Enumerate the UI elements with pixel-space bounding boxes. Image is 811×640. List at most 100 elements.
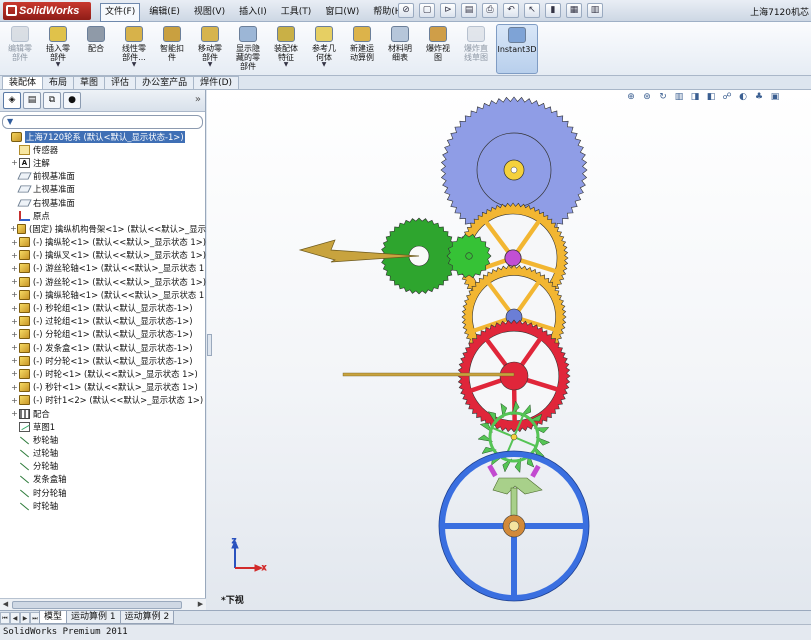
menu-item-1[interactable]: 编辑(E) bbox=[144, 3, 185, 22]
tree-node[interactable]: 分轮轴 bbox=[2, 460, 206, 473]
ribbon-button-smart-fasteners[interactable]: 智能扣 件 bbox=[154, 24, 190, 74]
previous-view-icon[interactable]: ↻ bbox=[657, 91, 669, 103]
ribbon-button-mate[interactable]: 配合 bbox=[78, 24, 114, 74]
view-settings-icon[interactable]: ▣ bbox=[769, 91, 781, 103]
tab-1[interactable]: 布局 bbox=[42, 76, 75, 89]
minute-hand[interactable] bbox=[342, 372, 515, 377]
hide-show-items-icon[interactable]: ☍ bbox=[721, 91, 733, 103]
edit-appearance-icon[interactable]: ◐ bbox=[737, 91, 749, 103]
expand-toggle-icon[interactable]: + bbox=[10, 396, 19, 405]
ribbon-button-assembly-features[interactable]: 装配体 特征 ▼ bbox=[268, 24, 304, 74]
first-tab-icon[interactable]: ⏮ bbox=[0, 611, 10, 624]
pallet-jewel-right[interactable] bbox=[530, 464, 541, 478]
tree-node[interactable]: 发条盒轴 bbox=[2, 473, 206, 486]
tree-node[interactable]: 前视基准面 bbox=[2, 170, 206, 183]
tree-node[interactable]: + (-) 过轮组<1> (默认<默认_显示状态-1>) bbox=[2, 315, 206, 328]
section-view-icon[interactable]: ▥ bbox=[673, 91, 685, 103]
print-icon[interactable]: ⎙ bbox=[482, 3, 498, 18]
tree-node[interactable]: + (-) 发条盒<1> (默认<默认_显示状态-1>) bbox=[2, 341, 206, 354]
barrel-arbor-hole[interactable] bbox=[510, 166, 518, 174]
tree-node[interactable]: + (-) 游丝轮<1> (默认<<默认>_显示状态 1>) bbox=[2, 275, 206, 288]
ribbon-button-bom[interactable]: 材料明 细表 bbox=[382, 24, 418, 74]
expand-toggle-icon[interactable]: + bbox=[10, 304, 19, 313]
tree-node[interactable]: + A 注解 bbox=[2, 156, 206, 169]
undo-icon[interactable]: ↶ bbox=[503, 3, 519, 18]
third-pinion-hub[interactable] bbox=[465, 252, 473, 260]
escape-wheel-spoke[interactable] bbox=[513, 436, 536, 447]
expand-toggle-icon[interactable]: + bbox=[10, 409, 19, 418]
ribbon-button-reference-geometry[interactable]: 参考几 何体 ▼ bbox=[306, 24, 342, 74]
tree-node[interactable]: + (-) 分轮组<1> (默认<默认_显示状态-1>) bbox=[2, 328, 206, 341]
menu-item-0[interactable]: 文件(F) bbox=[100, 3, 141, 22]
select-cursor-icon[interactable]: ↖ bbox=[524, 3, 540, 18]
apply-scene-icon[interactable]: ♣ bbox=[753, 91, 765, 103]
dropdown-arrow-icon[interactable]: ▼ bbox=[208, 62, 213, 68]
tree-node[interactable]: + (固定) 擒纵机构骨架<1> (默认<<默认>_显示 bbox=[2, 222, 206, 235]
menu-item-3[interactable]: 插入(I) bbox=[234, 3, 272, 22]
zoom-to-fit-icon[interactable]: ⊕ bbox=[625, 91, 637, 103]
tree-horizontal-scrollbar[interactable]: ◀ ▶ bbox=[0, 598, 206, 610]
expand-toggle-icon[interactable]: + bbox=[10, 356, 19, 365]
graphics-area[interactable]: ⊕ ⊛ ↻ ▥ ◨ ◧ ☍ ◐ ♣ ▣ Z X *下视 bbox=[207, 90, 811, 610]
scroll-left-icon[interactable]: ◀ bbox=[0, 599, 11, 610]
tree-node[interactable]: + 配合 bbox=[2, 407, 206, 420]
tree-node[interactable]: 时轮轴 bbox=[2, 499, 206, 512]
tab-2[interactable]: 草图 bbox=[73, 76, 106, 89]
expand-toggle-icon[interactable]: + bbox=[10, 158, 19, 167]
zoom-area-icon[interactable]: ⊛ bbox=[641, 91, 653, 103]
display-style-icon[interactable]: ◧ bbox=[705, 91, 717, 103]
tree-node[interactable]: + (-) 擒纵叉<1> (默认<<默认>_显示状态 1>) bbox=[2, 249, 206, 262]
display-manager-icon[interactable]: ● bbox=[63, 92, 81, 109]
expand-toggle-icon[interactable]: + bbox=[10, 317, 19, 326]
propertymanager-icon[interactable]: ▤ bbox=[23, 92, 41, 109]
menu-item-4[interactable]: 工具(T) bbox=[276, 3, 317, 22]
expand-toggle-icon[interactable]: + bbox=[10, 264, 19, 273]
tree-node[interactable]: 草图1 bbox=[2, 420, 206, 433]
options-icon[interactable]: ▥ bbox=[587, 3, 603, 18]
configurationmanager-icon[interactable]: ⧉ bbox=[43, 92, 61, 109]
bottom-tab-0[interactable]: 模型 bbox=[39, 611, 68, 624]
pallet-fork[interactable] bbox=[492, 477, 543, 495]
expand-toggle-icon[interactable]: + bbox=[10, 238, 19, 247]
dropdown-arrow-icon[interactable]: ▼ bbox=[56, 62, 61, 68]
expand-toggle-icon[interactable]: + bbox=[10, 290, 19, 299]
expand-panel-icon[interactable]: » bbox=[195, 94, 201, 105]
tree-node[interactable]: 过轮轴 bbox=[2, 447, 206, 460]
file-properties-icon[interactable]: ▦ bbox=[566, 3, 582, 18]
ribbon-button-instant3d[interactable]: Instant3D bbox=[496, 24, 538, 74]
escape-pinion[interactable] bbox=[510, 433, 518, 441]
solidworks-logo[interactable]: SolidWorks bbox=[3, 2, 91, 20]
tree-node[interactable]: 原点 bbox=[2, 209, 206, 222]
dropdown-arrow-icon[interactable]: ▼ bbox=[322, 62, 327, 68]
rebuild-traffic-light-icon[interactable]: ▮ bbox=[545, 3, 561, 18]
help-pin-icon[interactable]: ⊘ bbox=[398, 3, 414, 18]
expand-toggle-icon[interactable]: + bbox=[10, 369, 19, 378]
tree-node[interactable]: 时分轮轴 bbox=[2, 486, 206, 499]
new-document-icon[interactable]: ▢ bbox=[419, 3, 435, 18]
expand-toggle-icon[interactable]: + bbox=[10, 224, 17, 233]
feature-filter[interactable]: ▼ bbox=[2, 115, 203, 129]
featuremanager-tree-icon[interactable]: ◈ bbox=[3, 92, 21, 109]
save-icon[interactable]: ▤ bbox=[461, 3, 477, 18]
ribbon-button-exploded-view[interactable]: 爆炸视 图 bbox=[420, 24, 456, 74]
tree-node[interactable]: 上视基准面 bbox=[2, 183, 206, 196]
ribbon-button-edit-component[interactable]: 编辑零 部件 bbox=[2, 24, 38, 74]
tree-node[interactable]: + (-) 时分轮<1> (默认<默认_显示状态-1>) bbox=[2, 354, 206, 367]
open-folder-icon[interactable]: ⊳ bbox=[440, 3, 456, 18]
bottom-tab-2[interactable]: 运动算例 2 bbox=[119, 611, 175, 624]
ribbon-button-new-motion-study[interactable]: 新建运 动算例 bbox=[344, 24, 380, 74]
pallet-fork-stem[interactable] bbox=[510, 487, 518, 517]
ribbon-button-move-component[interactable]: 移动零 部件 ▼ bbox=[192, 24, 228, 74]
tree-node[interactable]: + (-) 游丝轮轴<1> (默认<<默认>_显示状态 1 bbox=[2, 262, 206, 275]
expand-toggle-icon[interactable]: + bbox=[10, 343, 19, 352]
expand-toggle-icon[interactable]: + bbox=[10, 330, 19, 339]
tree-node[interactable]: 上海7120轮系 (默认<默认_显示状态-1>) bbox=[2, 130, 206, 143]
pallet-jewel-left[interactable] bbox=[487, 464, 498, 478]
tree-node[interactable]: 右视基准面 bbox=[2, 196, 206, 209]
tab-4[interactable]: 办公室产品 bbox=[135, 76, 195, 89]
menu-item-5[interactable]: 窗口(W) bbox=[320, 3, 364, 22]
scroll-right-icon[interactable]: ▶ bbox=[195, 599, 206, 610]
ribbon-button-linear-pattern[interactable]: 线性零 部件... ▼ bbox=[116, 24, 152, 74]
tree-node[interactable]: + (-) 时针1<2> (默认<<默认>_显示状态 1>) bbox=[2, 394, 206, 407]
expand-toggle-icon[interactable]: + bbox=[10, 383, 19, 392]
